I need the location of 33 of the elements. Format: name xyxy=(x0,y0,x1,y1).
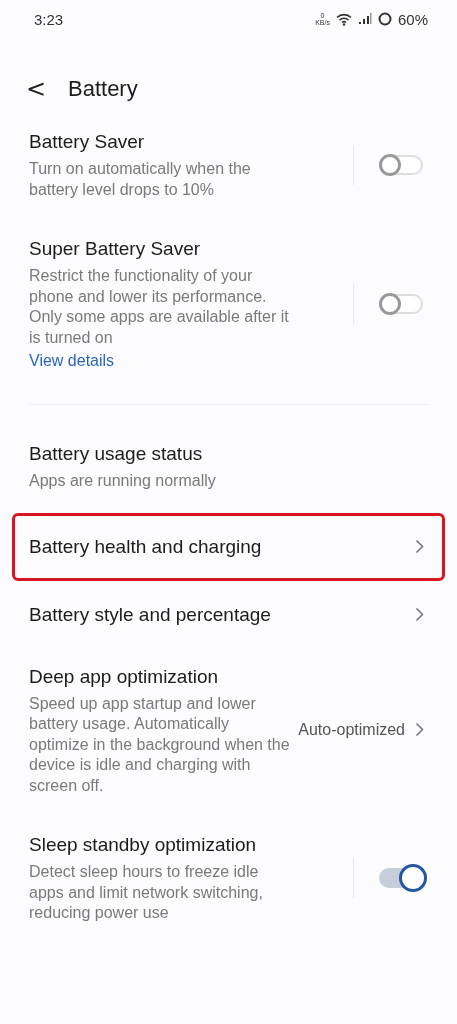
setting-row[interactable]: Battery style and percentage xyxy=(15,583,442,646)
setting-description: Turn on automatically when the battery level drops to 10% xyxy=(29,159,252,200)
setting-description: Speed up app startup and lower battery usage. Automatically optimize in the background when the device is idle and charging with screen off. xyxy=(29,693,291,796)
chevron-right-icon xyxy=(415,722,424,738)
chevron-right-icon xyxy=(415,607,424,622)
setting-title: Battery usage status xyxy=(29,442,204,466)
view-details-link[interactable]: View details xyxy=(29,350,343,372)
back-button[interactable]: < xyxy=(26,75,46,103)
highlighted-setting-row[interactable]: Battery health and charging xyxy=(15,515,442,578)
setting-title: Battery health and charging xyxy=(29,534,263,559)
setting-row[interactable]: Battery usage status Apps are running normally xyxy=(15,423,442,510)
status-time: 3:23 xyxy=(34,10,64,28)
setting-row[interactable]: Deep app optimization Speed up app startup and lower battery usage. Automatically optimize in the background when the device is idle and charging with screen off. Auto-optimized xyxy=(15,645,442,814)
setting-description: Restrict the functionality of your phone and lower its performance. Only some apps are available after it is turned on xyxy=(29,266,290,348)
setting-title: Super Battery Saver xyxy=(29,237,202,261)
setting-description: Detect sleep hours to freeze idle apps and limit network switching, reducing power use xyxy=(29,862,264,923)
wifi-icon xyxy=(335,12,352,26)
setting-value: Auto-optimized xyxy=(298,720,405,739)
chevron-right-icon xyxy=(415,539,424,554)
setting-row[interactable]: Battery Saver Turn on automatically when the battery level drops to 10% xyxy=(15,111,442,218)
setting-row[interactable]: Super Battery Saver Restrict the functionality of your phone and lower its performance. Only some apps are available after it is turned on View details xyxy=(15,218,442,390)
setting-row[interactable]: Sleep standby optimization Detect sleep hours to freeze idle apps and limit network switching, reducing power use xyxy=(15,814,442,942)
setting-title: Deep app optimization xyxy=(29,664,220,689)
signal-icon xyxy=(357,13,372,25)
page-title: Battery xyxy=(68,76,138,102)
toggle-switch[interactable] xyxy=(379,294,423,314)
setting-title: Sleep standby optimization xyxy=(29,833,258,857)
toggle-switch[interactable] xyxy=(379,154,423,175)
setting-title: Battery style and percentage xyxy=(29,602,272,627)
battery-ring-icon xyxy=(377,12,392,26)
setting-description: Apps are running normally xyxy=(29,471,217,491)
battery-percent: 60% xyxy=(397,10,428,28)
setting-title: Battery Saver xyxy=(29,130,146,154)
